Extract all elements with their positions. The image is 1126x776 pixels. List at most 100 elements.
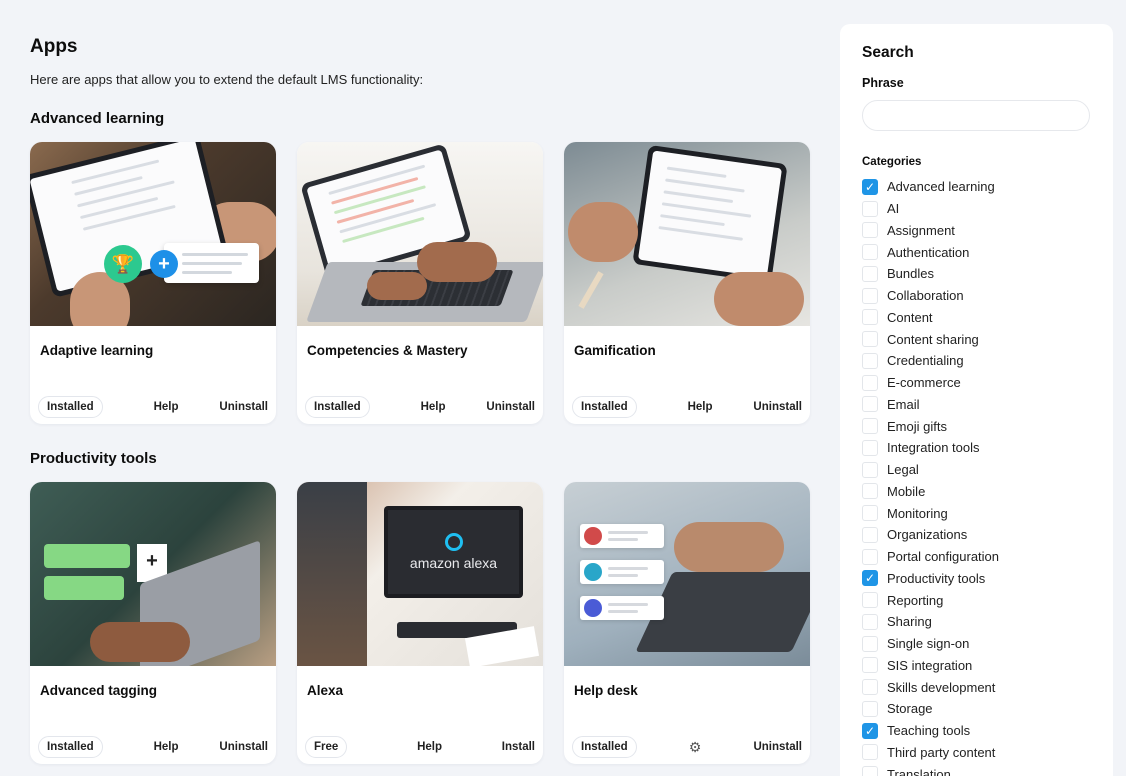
trophy-icon: 🏆 [104,245,142,283]
uninstall-button[interactable]: Uninstall [219,741,268,753]
category-option[interactable]: Collaboration [862,285,1091,307]
uninstall-button[interactable]: Uninstall [219,401,268,413]
app-card-help-desk[interactable]: Help desk Installed ⚙ Uninstall [564,482,810,764]
phrase-input[interactable] [862,100,1090,131]
app-card-adaptive-learning[interactable]: 🏆 + Adaptive learning Installed Help Uni… [30,142,276,424]
status-badge: Installed [38,396,103,418]
category-label: Single sign-on [887,636,970,652]
category-label: Advanced learning [887,179,995,195]
category-checkbox[interactable] [862,461,878,478]
category-option[interactable]: Reporting [862,589,1091,611]
category-option[interactable]: SIS integration [862,655,1091,677]
category-checkbox[interactable] [862,635,878,652]
category-option[interactable]: Emoji gifts [862,415,1091,437]
category-checkbox[interactable] [862,352,878,369]
category-checkbox[interactable] [862,613,878,630]
status-badge: Free [305,736,348,758]
category-option[interactable]: AI [862,198,1091,220]
category-label: Collaboration [887,288,964,304]
category-option[interactable]: Organizations [862,524,1091,546]
category-label: Content sharing [887,331,979,347]
app-card-gamification[interactable]: Gamification Installed Help Uninstall [564,142,810,424]
category-label: E-commerce [887,375,961,391]
app-card-competencies-mastery[interactable]: Competencies & Mastery Installed Help Un… [297,142,543,424]
category-option[interactable]: Authentication [862,241,1091,263]
category-label: Skills development [887,679,996,695]
page-title: Apps [30,36,78,57]
category-label: Third party content [887,744,996,760]
app-card-alexa[interactable]: amazon alexa Alexa Free Help Install [297,482,543,764]
help-link[interactable]: Help [154,401,179,413]
monitor: amazon alexa [384,506,523,598]
category-checkbox[interactable] [862,548,878,565]
category-checkbox[interactable] [862,505,878,522]
app-name: Competencies & Mastery [307,343,468,358]
uninstall-button[interactable]: Uninstall [753,741,802,753]
category-checkbox[interactable] [862,418,878,435]
category-label: AI [887,201,900,217]
uninstall-button[interactable]: Uninstall [753,401,802,413]
category-option[interactable]: Content sharing [862,328,1091,350]
category-option[interactable]: Translation [862,763,1091,776]
gear-icon[interactable]: ⚙ [689,739,702,756]
categories-label: Categories [862,156,922,168]
app-name: Adaptive learning [40,343,154,358]
category-checkbox[interactable] [862,265,878,282]
help-link[interactable]: Help [421,401,446,413]
category-checkbox[interactable] [862,592,878,609]
category-option[interactable]: Skills development [862,676,1091,698]
app-card-advanced-tagging[interactable]: + Advanced tagging Installed Help Uninst… [30,482,276,764]
category-checkbox[interactable] [862,200,878,217]
category-checkbox[interactable] [862,744,878,761]
help-link[interactable]: Help [154,741,179,753]
category-option[interactable]: Integration tools [862,437,1091,459]
category-checkbox[interactable] [862,766,878,776]
uninstall-button[interactable]: Uninstall [486,401,535,413]
help-link[interactable]: Help [417,741,442,753]
category-checkbox[interactable] [862,396,878,413]
category-checkbox[interactable] [862,309,878,326]
category-label: Mobile [887,483,926,499]
main-content: Apps Here are apps that allow you to ext… [30,36,820,764]
category-checkbox[interactable] [862,374,878,391]
category-option[interactable]: Bundles [862,263,1091,285]
category-option[interactable]: Third party content [862,742,1091,764]
category-option[interactable]: E-commerce [862,372,1091,394]
category-checkbox[interactable] [862,331,878,348]
category-list: ✓ Advanced learning AI Assignment Authentica… [862,176,1091,776]
category-checkbox[interactable] [862,483,878,500]
category-option[interactable]: Assignment [862,220,1091,242]
category-checkbox[interactable] [862,287,878,304]
category-checkbox[interactable] [862,526,878,543]
category-option[interactable]: Email [862,394,1091,416]
category-label: Assignment [887,222,955,238]
category-option[interactable]: Single sign-on [862,633,1091,655]
category-checkbox[interactable] [862,222,878,239]
category-option[interactable]: Legal [862,459,1091,481]
category-checkbox[interactable]: ✓ [862,722,878,739]
category-checkbox[interactable]: ✓ [862,178,878,195]
install-button[interactable]: Install [502,741,535,753]
category-option[interactable]: ✓ Teaching tools [862,720,1091,742]
category-option[interactable]: Portal configuration [862,546,1091,568]
category-option[interactable]: Content [862,307,1091,329]
category-checkbox[interactable] [862,700,878,717]
category-checkbox[interactable] [862,244,878,261]
category-checkbox[interactable] [862,679,878,696]
category-option[interactable]: Monitoring [862,502,1091,524]
category-option[interactable]: ✓ Productivity tools [862,568,1091,590]
category-label: Bundles [887,266,934,282]
app-grid-advanced-learning: 🏆 + Adaptive learning Installed Help Uni… [30,142,820,424]
category-checkbox[interactable]: ✓ [862,570,878,587]
phrase-label: Phrase [862,76,904,90]
category-checkbox[interactable] [862,657,878,674]
category-option[interactable]: Mobile [862,481,1091,503]
app-name: Gamification [574,343,656,358]
category-label: Monitoring [887,505,948,521]
category-option[interactable]: Sharing [862,611,1091,633]
category-option[interactable]: Credentialing [862,350,1091,372]
help-link[interactable]: Help [688,401,713,413]
category-option[interactable]: ✓ Advanced learning [862,176,1091,198]
category-checkbox[interactable] [862,439,878,456]
category-option[interactable]: Storage [862,698,1091,720]
